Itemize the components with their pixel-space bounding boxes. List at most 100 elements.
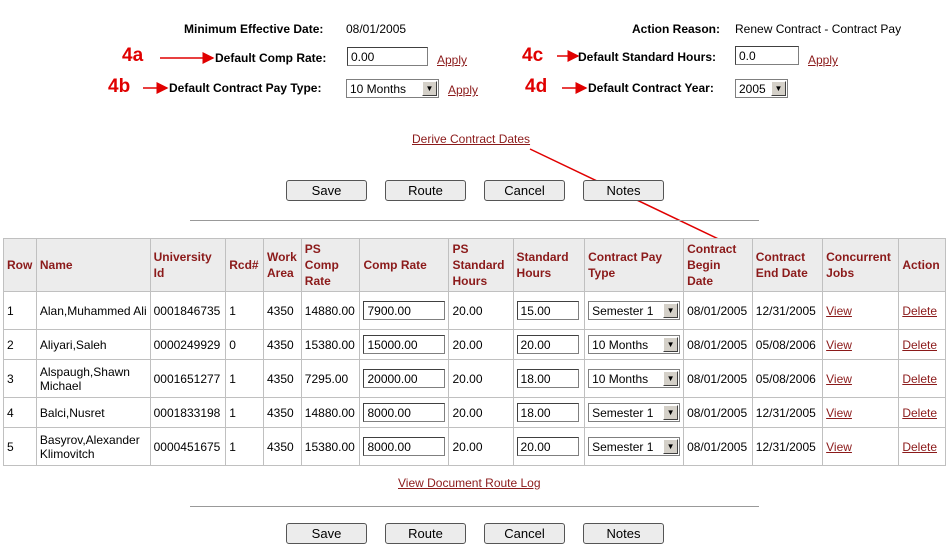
view-link[interactable]: View [826, 338, 852, 352]
standard-hours-cell [512, 291, 586, 330]
chevron-down-icon[interactable]: ▼ [663, 439, 679, 454]
ps-standard-hours: 20.00 [448, 329, 514, 360]
view-link[interactable]: View [826, 372, 852, 386]
table-header-row: Row Name University Id Rcd# Work Area PS… [3, 238, 946, 292]
apply-pay-type-link[interactable]: Apply [448, 83, 478, 97]
route-button[interactable]: Route [385, 523, 466, 544]
notes-button[interactable]: Notes [583, 523, 664, 544]
chevron-down-icon[interactable]: ▼ [422, 81, 437, 96]
contract-pay-type-select[interactable]: 10 Months ▼ [588, 335, 681, 354]
delete-link[interactable]: Delete [902, 440, 937, 454]
employee-name: Basyrov,Alexander Klimovitch [35, 427, 151, 466]
comp-rate-cell [359, 359, 450, 398]
pay-type-cell: Semester 1 ▼ [584, 397, 685, 428]
standard-hours-input[interactable] [516, 403, 579, 422]
comp-rate-input[interactable] [363, 403, 446, 422]
comp-rate-input[interactable] [363, 301, 446, 320]
contract-pay-type-select[interactable]: 10 Months ▼ [588, 369, 681, 388]
contract-end-date: 12/31/2005 [751, 427, 824, 466]
delete-link[interactable]: Delete [902, 406, 937, 420]
concurrent-jobs-cell: View [822, 397, 900, 428]
col-ps-standard-hours: PS Standard Hours [448, 238, 514, 292]
standard-hours-cell [512, 329, 586, 360]
ps-comp-rate: 15380.00 [300, 427, 361, 466]
col-ps-comp-rate: PS Comp Rate [300, 238, 361, 292]
chevron-down-icon[interactable]: ▼ [771, 81, 786, 96]
row-number: 3 [3, 359, 37, 398]
annotation-4b: 4b [108, 76, 131, 97]
contract-pay-type-select[interactable]: Semester 1 ▼ [588, 437, 681, 456]
pay-type-value: 10 Months [592, 337, 649, 352]
pay-type-cell: Semester 1 ▼ [584, 291, 685, 330]
contract-end-date: 12/31/2005 [751, 291, 824, 330]
comp-rate-cell [359, 329, 450, 360]
standard-hours-input[interactable] [516, 301, 579, 320]
default-pay-type-label: Default Contract Pay Type: [169, 81, 322, 95]
col-comp-rate: Comp Rate [359, 238, 450, 292]
apply-std-hours-link[interactable]: Apply [808, 53, 838, 67]
action-cell: Delete [898, 291, 946, 330]
contract-begin-date: 08/01/2005 [683, 359, 753, 398]
table-row: 4Balci,Nusret00018331981435014880.00 20.0… [3, 397, 946, 428]
standard-hours-input[interactable] [516, 335, 579, 354]
concurrent-jobs-cell: View [822, 427, 900, 466]
rcd-number: 1 [225, 291, 264, 330]
comp-rate-cell [359, 427, 450, 466]
standard-hours-cell [512, 427, 586, 466]
default-pay-type-select[interactable]: 10 Months ▼ [346, 79, 439, 98]
contract-begin-date: 08/01/2005 [683, 291, 753, 330]
col-work-area: Work Area [262, 238, 302, 292]
default-contract-year-select[interactable]: 2005 ▼ [735, 79, 788, 98]
standard-hours-input[interactable] [516, 369, 579, 388]
university-id: 0001651277 [149, 359, 227, 398]
contract-begin-date: 08/01/2005 [683, 427, 753, 466]
cancel-button[interactable]: Cancel [484, 523, 565, 544]
employee-name: Aliyari,Saleh [35, 329, 151, 360]
cancel-button[interactable]: Cancel [484, 180, 565, 201]
view-link[interactable]: View [826, 304, 852, 318]
contract-pay-type-select[interactable]: Semester 1 ▼ [588, 301, 681, 320]
col-contract-pay-type: Contract Pay Type [584, 238, 685, 292]
save-button[interactable]: Save [286, 523, 367, 544]
delete-link[interactable]: Delete [902, 372, 937, 386]
ps-standard-hours: 20.00 [448, 397, 514, 428]
apply-comp-rate-link[interactable]: Apply [437, 53, 467, 67]
col-university-id: University Id [149, 238, 227, 292]
ps-standard-hours: 20.00 [448, 359, 514, 398]
route-button[interactable]: Route [385, 180, 466, 201]
comp-rate-input[interactable] [363, 437, 446, 456]
row-number: 4 [3, 397, 37, 428]
default-comp-rate-input[interactable] [347, 47, 428, 66]
view-document-route-log-link[interactable]: View Document Route Log [398, 476, 541, 490]
contract-end-date: 05/08/2006 [751, 359, 824, 398]
chevron-down-icon[interactable]: ▼ [663, 405, 679, 420]
pay-type-cell: 10 Months ▼ [584, 329, 685, 360]
comp-rate-cell [359, 291, 450, 330]
delete-link[interactable]: Delete [902, 338, 937, 352]
default-contract-year-label: Default Contract Year: [588, 81, 714, 95]
chevron-down-icon[interactable]: ▼ [663, 371, 679, 386]
table-row: 1 Alan,Muhammed Ali 0001846735 1 4350 14880.0… [3, 291, 946, 330]
standard-hours-input[interactable] [516, 437, 579, 456]
contract-pay-type-select[interactable]: Semester 1 ▼ [588, 403, 681, 422]
chevron-down-icon[interactable]: ▼ [663, 303, 679, 318]
default-std-hours-input[interactable] [735, 46, 799, 65]
contract-begin-date: 08/01/2005 [683, 329, 753, 360]
comp-rate-input[interactable] [363, 335, 446, 354]
comp-rate-input[interactable] [363, 369, 446, 388]
derive-contract-dates-link[interactable]: Derive Contract Dates [412, 132, 530, 146]
ps-comp-rate: 14880.00 [300, 291, 361, 330]
pay-type-value: 10 Months [592, 371, 649, 386]
notes-button[interactable]: Notes [583, 180, 664, 201]
annotation-4a: 4a [122, 45, 144, 66]
chevron-down-icon[interactable]: ▼ [663, 337, 679, 352]
delete-link[interactable]: Delete [902, 304, 937, 318]
contracts-table: Row Name University Id Rcd# Work Area PS… [3, 238, 946, 466]
col-concurrent-jobs: Concurrent Jobs [822, 238, 900, 292]
view-link[interactable]: View [826, 440, 852, 454]
view-link[interactable]: View [826, 406, 852, 420]
concurrent-jobs-cell: View [822, 359, 900, 398]
action-cell: Delete [898, 359, 946, 398]
save-button[interactable]: Save [286, 180, 367, 201]
table-row: 5 Basyrov,Alexander Klimovitch 0000451675 1… [3, 427, 946, 466]
